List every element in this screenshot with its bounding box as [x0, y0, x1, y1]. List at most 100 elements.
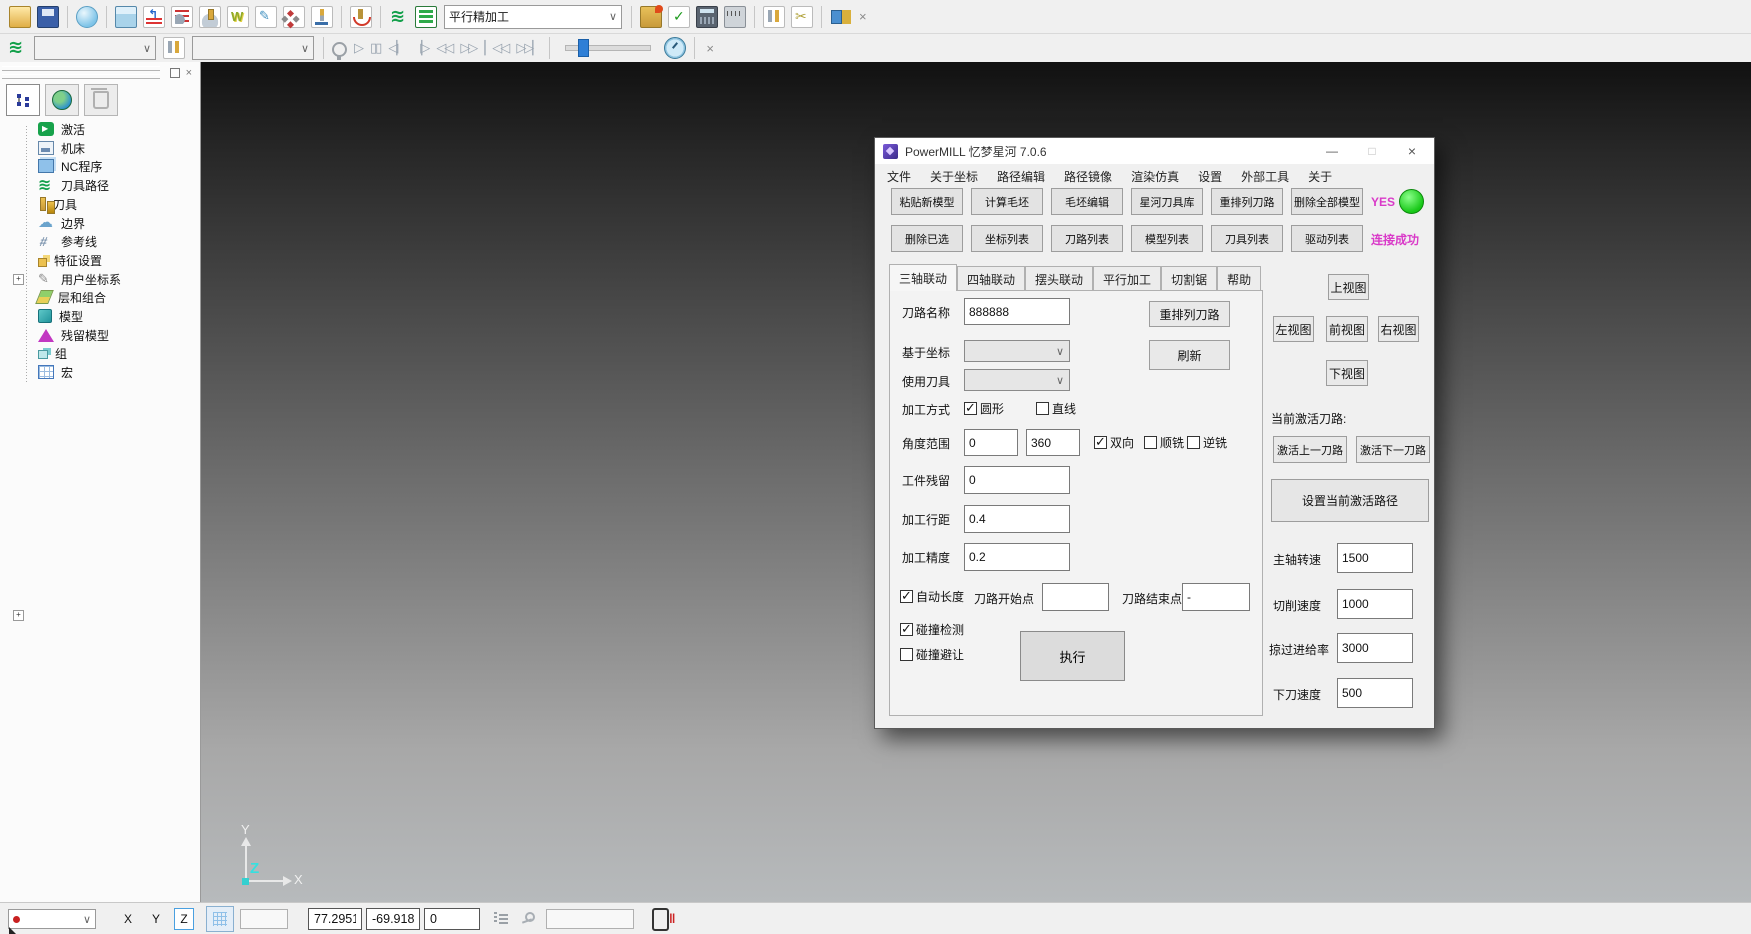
btn-delete-all-models[interactable]: 删除全部模型 [1291, 188, 1363, 215]
btn-model-list[interactable]: 模型列表 [1131, 225, 1203, 252]
menu-path-mirror[interactable]: 路径镜像 [1064, 168, 1112, 185]
point-list-icon[interactable] [494, 912, 508, 926]
cutting-feed-input[interactable] [1337, 589, 1413, 619]
skim-feed-input[interactable] [1337, 633, 1413, 663]
calculator-icon[interactable] [696, 6, 718, 28]
checkbox-line[interactable] [1036, 402, 1049, 415]
btn-tool-list[interactable]: 刀具列表 [1211, 225, 1283, 252]
menu-render-sim[interactable]: 渲染仿真 [1131, 168, 1179, 185]
tree-item-workplanes[interactable]: + 用户坐标系 [0, 270, 200, 288]
save-icon[interactable] [37, 6, 59, 28]
btn-drive-list[interactable]: 驱动列表 [1291, 225, 1363, 252]
active-next-button[interactable]: 激活下一刀路 [1356, 436, 1430, 463]
btn-xinghe-tool-library[interactable]: 星河刀具库 [1131, 188, 1203, 215]
maximize-button[interactable]: □ [1361, 141, 1383, 161]
tree-item-models[interactable]: 模型 [0, 307, 200, 325]
view-top-button[interactable]: 上视图 [1328, 274, 1369, 300]
plunge-feed-input[interactable] [1337, 678, 1413, 708]
view-left-button[interactable]: 左视图 [1273, 316, 1314, 342]
view-front-button[interactable]: 前视图 [1326, 316, 1368, 342]
tab-explorer-tree[interactable] [6, 84, 40, 116]
spindle-speed-input[interactable] [1337, 543, 1413, 573]
batch-process-icon[interactable] [640, 6, 662, 28]
collision-avoid-option[interactable]: 碰撞避让 [900, 646, 964, 663]
set-active-path-button[interactable]: 设置当前激活路径 [1271, 479, 1429, 522]
tab-3axis[interactable]: 三轴联动 [889, 264, 957, 291]
tab-swivel-head[interactable]: 摆头联动 [1025, 266, 1093, 291]
measure-icon[interactable] [724, 6, 746, 28]
tab-4axis[interactable]: 四轴联动 [957, 266, 1025, 291]
rearrange-button[interactable]: 重排列刀路 [1149, 301, 1230, 327]
tree-item-macros[interactable]: + 宏 [0, 363, 200, 381]
pause-icon[interactable]: ▯▯ [370, 40, 380, 56]
tab-parallel[interactable]: 平行加工 [1093, 266, 1161, 291]
play-icon[interactable]: ▷ [354, 40, 362, 56]
menu-external-tools[interactable]: 外部工具 [1241, 168, 1289, 185]
go-to-end-icon[interactable]: ▷▷▏ [516, 40, 540, 56]
rewind-icon[interactable]: ◁◁ [436, 40, 452, 56]
coord-x-field[interactable] [308, 908, 362, 930]
axis-y-button[interactable]: Y [146, 908, 166, 930]
stepover-input[interactable] [964, 505, 1070, 533]
go-to-start-icon[interactable]: ▏◁◁ [484, 40, 508, 56]
status-field-1[interactable] [240, 909, 288, 929]
rapid-heights-icon[interactable] [143, 6, 165, 28]
start-point-input[interactable] [1042, 583, 1109, 611]
minimize-button[interactable]: — [1321, 141, 1343, 161]
axis-z-button[interactable]: Z [174, 908, 194, 930]
checkbox-auto-length[interactable] [900, 590, 913, 603]
toolbar-close-icon[interactable]: × [859, 9, 867, 24]
leads-links-icon[interactable] [227, 6, 249, 28]
cut-icon[interactable] [791, 6, 813, 28]
angle-to-input[interactable] [1026, 429, 1080, 456]
btn-compute-stock[interactable]: 计算毛坯 [971, 188, 1043, 215]
view-bottom-button[interactable]: 下视图 [1326, 360, 1368, 386]
active-prev-button[interactable]: 激活上一刀路 [1273, 436, 1347, 463]
tool-select[interactable]: ∨ [964, 369, 1070, 391]
menu-about[interactable]: 关于 [1308, 168, 1332, 185]
menu-file[interactable]: 文件 [887, 168, 911, 185]
conventional-mill-option[interactable]: 逆铣 [1187, 434, 1227, 451]
drilling-icon[interactable] [311, 6, 333, 28]
sim-toolpath-combo[interactable]: ∨ [34, 36, 156, 60]
btn-paste-new-model[interactable]: 粘贴新模型 [891, 188, 963, 215]
stock-allowance-input[interactable] [964, 466, 1070, 494]
btn-coord-list[interactable]: 坐标列表 [971, 225, 1043, 252]
verify-icon[interactable] [668, 6, 690, 28]
viewmill-ball-icon[interactable] [76, 6, 98, 28]
view-right-button[interactable]: 右视图 [1378, 316, 1419, 342]
expander-icon[interactable]: + [13, 610, 24, 621]
float-panel-icon[interactable] [170, 68, 180, 78]
fast-forward-icon[interactable]: ▷▷ [460, 40, 476, 56]
step-forward-icon[interactable]: ▕▷ [412, 40, 428, 56]
tablet-pause-icon[interactable] [652, 908, 669, 931]
strategy-combo[interactable]: 平行精加工 ∨ [444, 5, 622, 29]
menu-settings[interactable]: 设置 [1198, 168, 1222, 185]
btn-delete-selected[interactable]: 删除已选 [891, 225, 963, 252]
tab-help[interactable]: 帮助 [1217, 266, 1261, 291]
auto-length-option[interactable]: 自动长度 [900, 588, 964, 605]
menu-coords[interactable]: 关于坐标 [930, 168, 978, 185]
open-icon[interactable] [9, 6, 31, 28]
expander-icon[interactable]: + [13, 274, 24, 285]
checkbox-collision-avoid[interactable] [900, 648, 913, 661]
btn-stock-edit[interactable]: 毛坯编辑 [1051, 188, 1123, 215]
axis-x-button[interactable]: X [118, 908, 138, 930]
checkbox-circle[interactable] [964, 402, 977, 415]
tree-item-boundaries[interactable]: 边界 [0, 214, 200, 232]
toolpath-icon[interactable] [389, 7, 409, 27]
pattern-icon[interactable] [283, 6, 305, 28]
status-field-2[interactable] [546, 909, 634, 929]
block-icon[interactable] [115, 6, 137, 28]
tree-item-patterns[interactable]: 参考线 [0, 232, 200, 250]
angle-from-input[interactable] [964, 429, 1018, 456]
position-combo[interactable]: ∨ [8, 909, 96, 929]
tree-item-tools[interactable]: 刀具 [0, 195, 200, 213]
method-circle-option[interactable]: 圆形 [964, 400, 1004, 417]
bulb-icon[interactable] [332, 42, 347, 57]
btn-toolpath-list[interactable]: 刀路列表 [1051, 225, 1123, 252]
execute-button[interactable]: 执行 [1020, 631, 1125, 681]
tool-ball-icon[interactable] [199, 6, 221, 28]
grid-toggle-button[interactable] [206, 906, 234, 932]
tree-item-stock-models[interactable]: 残留模型 [0, 326, 200, 344]
